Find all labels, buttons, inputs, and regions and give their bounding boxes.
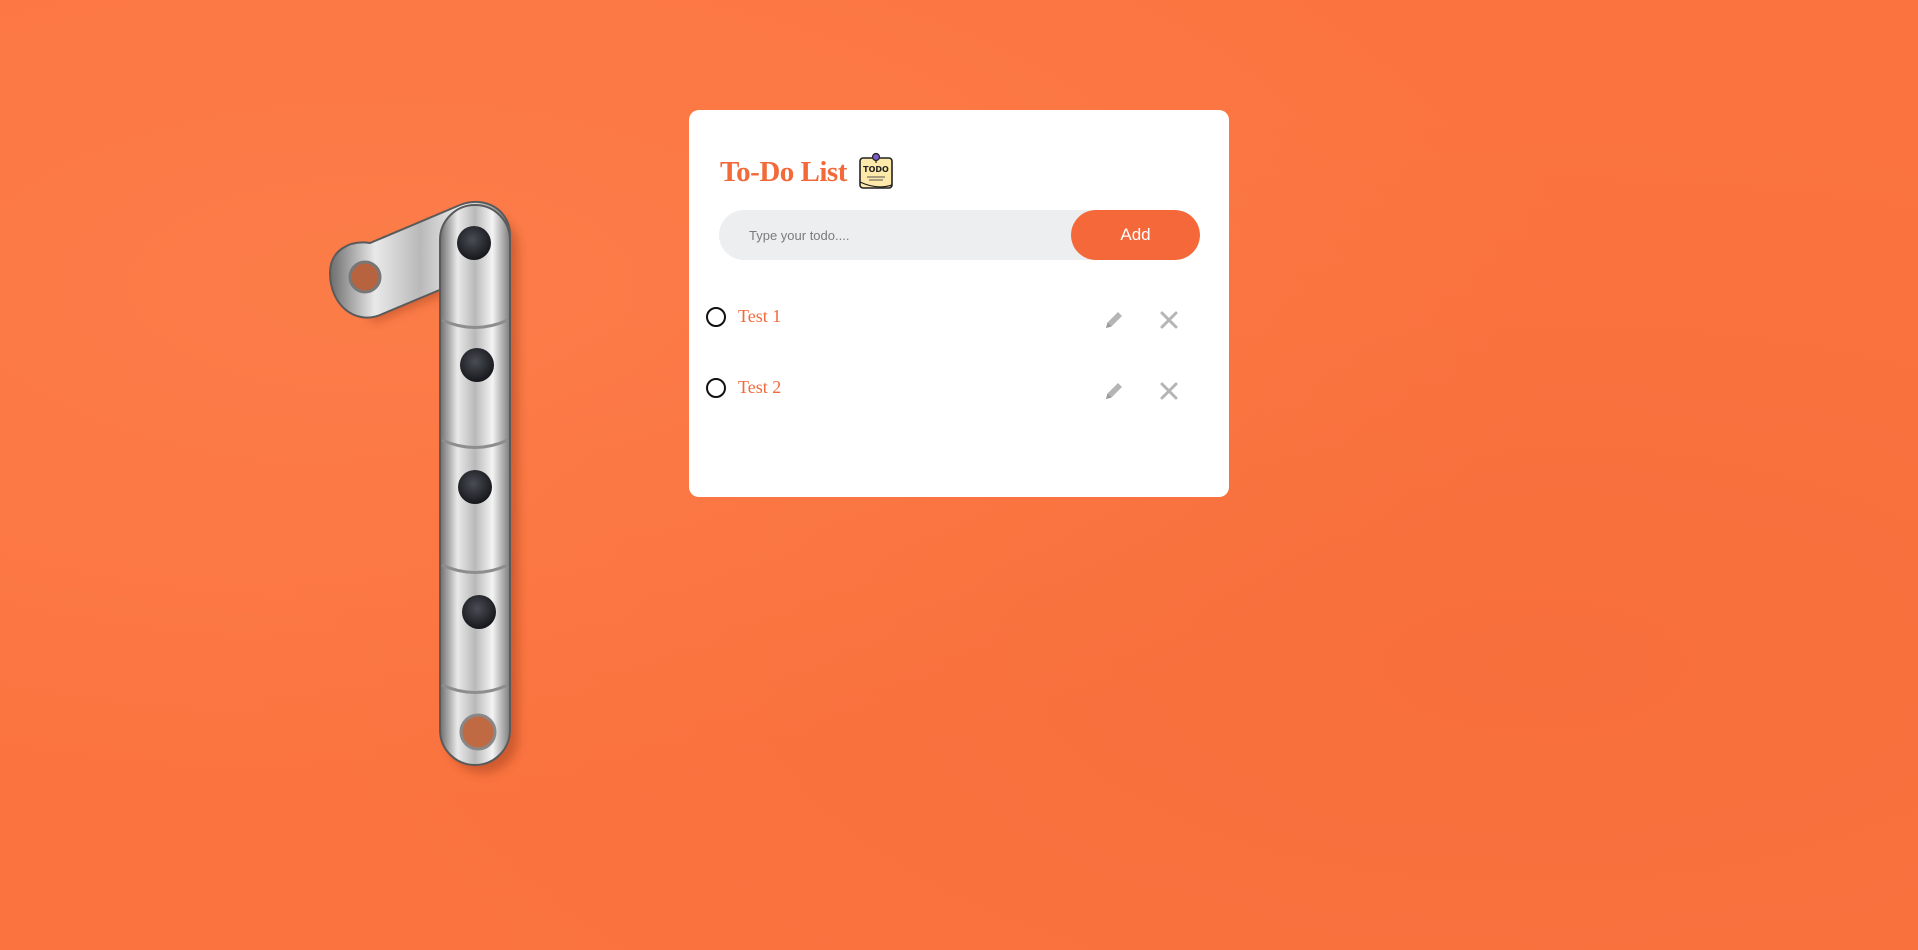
todo-note-icon-text: TODO [863,165,889,174]
add-todo-form: Add [719,210,1200,260]
todo-checkbox[interactable] [706,307,726,327]
todo-text[interactable]: Test 2 [738,377,781,398]
add-button[interactable]: Add [1071,210,1200,260]
pencil-icon[interactable] [1102,379,1126,403]
header: To-Do List TODO [720,150,897,194]
todo-list: Test 1 Test 2 [706,300,1206,442]
todo-input[interactable] [719,210,1069,260]
todo-checkbox[interactable] [706,378,726,398]
todo-card: To-Do List TODO Add Test 1 [689,110,1229,497]
todo-text[interactable]: Test 1 [738,306,781,327]
chain-number-one-image [328,200,518,773]
todo-item: Test 2 [706,371,1206,442]
todo-note-icon: TODO [859,152,893,189]
close-icon[interactable] [1157,308,1181,332]
todo-item: Test 1 [706,300,1206,371]
pencil-icon[interactable] [1102,308,1126,332]
page-title: To-Do List [720,155,847,188]
close-icon[interactable] [1157,379,1181,403]
